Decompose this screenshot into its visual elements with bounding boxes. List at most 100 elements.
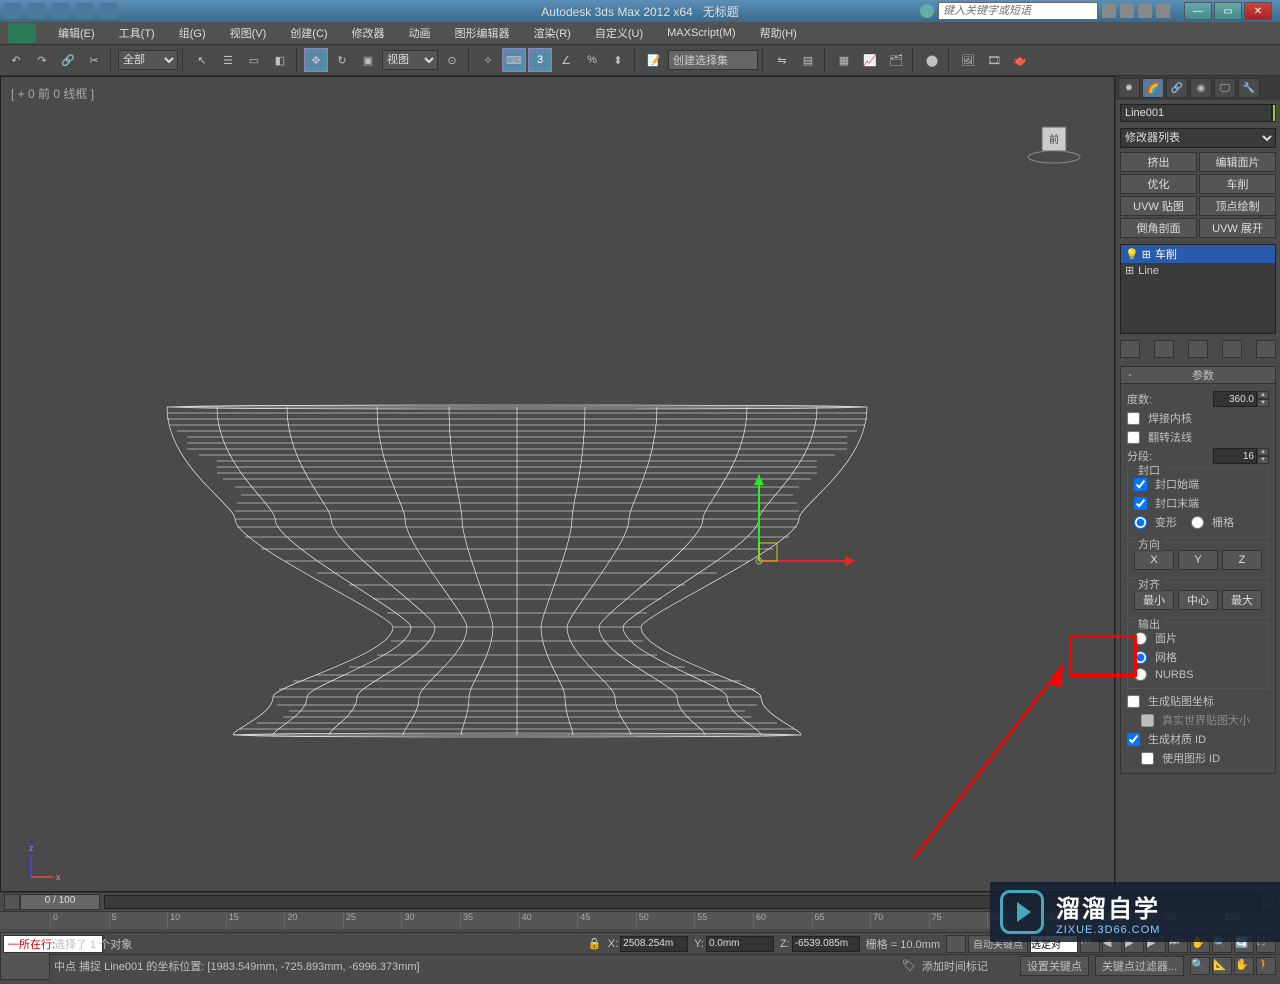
coord-z-input[interactable] [792, 936, 860, 952]
window-crossing-icon[interactable]: ◧ [268, 48, 292, 72]
align-max-button[interactable]: 最大 [1222, 590, 1262, 610]
time-config-icon[interactable] [946, 935, 966, 953]
tab-motion[interactable]: ◉ [1190, 78, 1212, 98]
coord-y-input[interactable] [706, 936, 774, 952]
object-color-swatch[interactable] [1272, 104, 1276, 122]
cap-start-checkbox[interactable] [1134, 478, 1147, 491]
nav-pan2-icon[interactable]: ✋ [1234, 957, 1254, 975]
nav-walk-icon[interactable]: 🚶 [1256, 957, 1276, 975]
pin-stack-icon[interactable] [1120, 340, 1140, 358]
spinner-snap-icon[interactable]: ⬍ [606, 48, 630, 72]
qat-new-icon[interactable] [4, 3, 22, 19]
select-name-icon[interactable]: ☰ [216, 48, 240, 72]
output-mesh-radio[interactable] [1134, 651, 1147, 664]
named-selection-input[interactable] [668, 50, 758, 70]
menu-help[interactable]: 帮助(H) [748, 22, 809, 44]
edit-named-sel-icon[interactable]: 📝 [642, 48, 666, 72]
spinner-down-icon[interactable]: ▼ [1257, 456, 1269, 464]
info-icon[interactable] [920, 4, 934, 18]
redo-icon[interactable]: ↷ [30, 48, 54, 72]
expand-icon[interactable]: ⊞ [1125, 264, 1134, 277]
time-tag-icon[interactable]: 🏷 [902, 959, 916, 972]
set-key-button[interactable]: 设置关键点 [1020, 956, 1089, 976]
spinner-up-icon[interactable]: ▲ [1257, 391, 1269, 399]
align-min-button[interactable]: 最小 [1134, 590, 1174, 610]
mirror-icon[interactable]: ⇋ [770, 48, 794, 72]
stack-item-line[interactable]: ⊞ Line [1121, 263, 1275, 278]
align-icon[interactable]: ▤ [796, 48, 820, 72]
menu-tools[interactable]: 工具(T) [107, 22, 167, 44]
mod-btn-optimize[interactable]: 优化 [1120, 174, 1197, 194]
morph-radio[interactable] [1134, 516, 1147, 529]
undo-icon[interactable]: ↶ [4, 48, 28, 72]
align-center-button[interactable]: 中心 [1178, 590, 1218, 610]
menu-group[interactable]: 组(G) [167, 22, 218, 44]
scale-icon[interactable]: ▣ [356, 48, 380, 72]
keyboard-shortcut-icon[interactable]: ⌨ [502, 48, 526, 72]
move-icon[interactable]: ✥ [304, 48, 328, 72]
qat-open-icon[interactable] [28, 3, 46, 19]
mod-btn-bevelprofile[interactable]: 倒角剖面 [1120, 218, 1197, 238]
curve-editor-icon[interactable]: 📈 [858, 48, 882, 72]
lightbulb-icon[interactable]: 💡 ⊞ [1125, 248, 1151, 261]
material-icon[interactable]: ⬤ [920, 48, 944, 72]
stack-item-lathe[interactable]: 💡 ⊞ 车削 [1121, 245, 1275, 263]
search-icon[interactable] [1102, 4, 1116, 18]
object-name-input[interactable] [1120, 104, 1272, 122]
spinner-down-icon[interactable]: ▼ [1257, 399, 1269, 407]
grid-radio[interactable] [1191, 516, 1204, 529]
configure-sets-icon[interactable] [1256, 340, 1276, 358]
axis-y-button[interactable]: Y [1178, 550, 1218, 570]
weld-core-checkbox[interactable] [1127, 412, 1140, 425]
modifier-list-dropdown[interactable]: 修改器列表 [1120, 128, 1276, 148]
show-result-icon[interactable] [1154, 340, 1174, 358]
people-icon[interactable] [1120, 4, 1134, 18]
coord-system[interactable]: 视图 [382, 50, 438, 70]
axis-z-button[interactable]: Z [1222, 550, 1262, 570]
params-rollout-header[interactable]: - 参数 [1120, 366, 1276, 384]
mod-btn-uvwmap[interactable]: UVW 贴图 [1120, 196, 1197, 216]
rollout-toggle-icon[interactable]: - [1125, 369, 1135, 381]
flip-normals-checkbox[interactable] [1127, 431, 1140, 444]
tab-display[interactable]: 🖵 [1214, 78, 1236, 98]
close-button[interactable]: ✕ [1244, 2, 1272, 20]
tab-create[interactable]: ✹ [1118, 78, 1140, 98]
rotate-icon[interactable]: ↻ [330, 48, 354, 72]
pivot-icon[interactable]: ⊙ [440, 48, 464, 72]
viewport-front[interactable]: [ + 0 前 0 线框 ] 前 [0, 76, 1115, 892]
render-setup-icon[interactable]: 🖼 [956, 48, 980, 72]
output-nurbs-radio[interactable] [1134, 668, 1147, 681]
quick-access-toolbar[interactable] [0, 3, 118, 19]
modifier-stack[interactable]: 💡 ⊞ 车削 ⊞ Line [1120, 244, 1276, 334]
tab-modify[interactable]: 🌈 [1142, 78, 1164, 98]
degrees-input[interactable] [1213, 391, 1257, 407]
menu-modifier[interactable]: 修改器 [340, 22, 397, 44]
time-prev-icon[interactable] [4, 894, 20, 910]
spinner-up-icon[interactable]: ▲ [1257, 448, 1269, 456]
schematic-icon[interactable]: 🗂 [884, 48, 908, 72]
key-filters-button[interactable]: 关键点过滤器... [1095, 956, 1184, 976]
menu-maxscript[interactable]: MAXScript(M) [655, 24, 747, 42]
move-gizmo[interactable] [754, 475, 855, 566]
time-slider-thumb[interactable]: 0 / 100 [20, 894, 100, 910]
mod-btn-extrude[interactable]: 挤出 [1120, 152, 1197, 172]
gen-mat-id-checkbox[interactable] [1127, 733, 1140, 746]
minimize-button[interactable]: — [1184, 2, 1212, 20]
percent-snap-icon[interactable]: % [580, 48, 604, 72]
qat-redo-icon[interactable] [100, 3, 118, 19]
make-unique-icon[interactable] [1188, 340, 1208, 358]
menu-create[interactable]: 创建(C) [278, 22, 339, 44]
cap-end-checkbox[interactable] [1134, 497, 1147, 510]
manipulate-icon[interactable]: ✧ [476, 48, 500, 72]
menu-graph[interactable]: 图形编辑器 [443, 22, 522, 44]
output-patch-radio[interactable] [1134, 632, 1147, 645]
tab-hierarchy[interactable]: 🔗 [1166, 78, 1188, 98]
maximize-button[interactable]: ▭ [1214, 2, 1242, 20]
gen-tex-checkbox[interactable] [1127, 695, 1140, 708]
menu-edit[interactable]: 编辑(E) [46, 22, 107, 44]
angle-snap-icon[interactable]: ∠ [554, 48, 578, 72]
mod-btn-uvwunwrap[interactable]: UVW 展开 [1199, 218, 1276, 238]
lock-icon[interactable]: 🔒 [588, 937, 602, 951]
app-logo[interactable] [8, 23, 36, 43]
axis-x-button[interactable]: X [1134, 550, 1174, 570]
